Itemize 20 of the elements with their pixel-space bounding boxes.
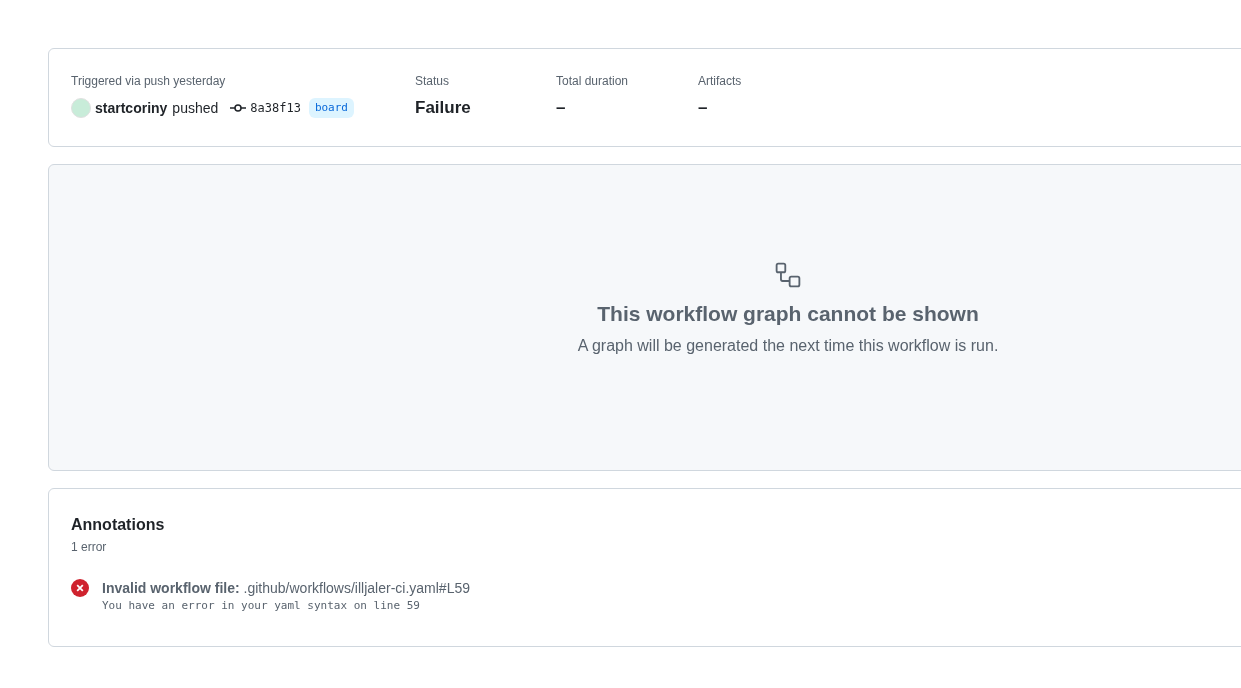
graph-message: A graph will be generated the next time this workflow is run. (577, 335, 999, 356)
workflow-icon (775, 262, 801, 288)
field-label: Total duration (556, 73, 630, 89)
action-text: pushed (172, 98, 219, 118)
annotations-title: Annotations (71, 515, 166, 535)
trigger-text: Triggered via push yesterday (71, 73, 227, 89)
annotation-link[interactable]: Invalid workflow file: .github/workflows/illjaler-ci.yaml#L59 (102, 578, 470, 598)
commit-link[interactable]: 8a38f13 (250, 99, 301, 117)
annotation-detail: You have an error in your yaml syntax on line 59 (102, 598, 421, 614)
field-value: – (556, 97, 567, 119)
branch-label[interactable]: board (308, 98, 354, 118)
field-value: – (698, 97, 709, 119)
field-label: Artifacts (698, 73, 743, 89)
graph-title: This workflow graph cannot be shown (597, 301, 979, 327)
field-value: Failure (415, 97, 472, 119)
avatar-icon (71, 98, 91, 118)
error-icon (71, 579, 89, 597)
annotations-count: 1 error (71, 539, 108, 556)
actor-link[interactable]: startcoriny (95, 97, 168, 119)
field-label: Status (415, 73, 451, 89)
